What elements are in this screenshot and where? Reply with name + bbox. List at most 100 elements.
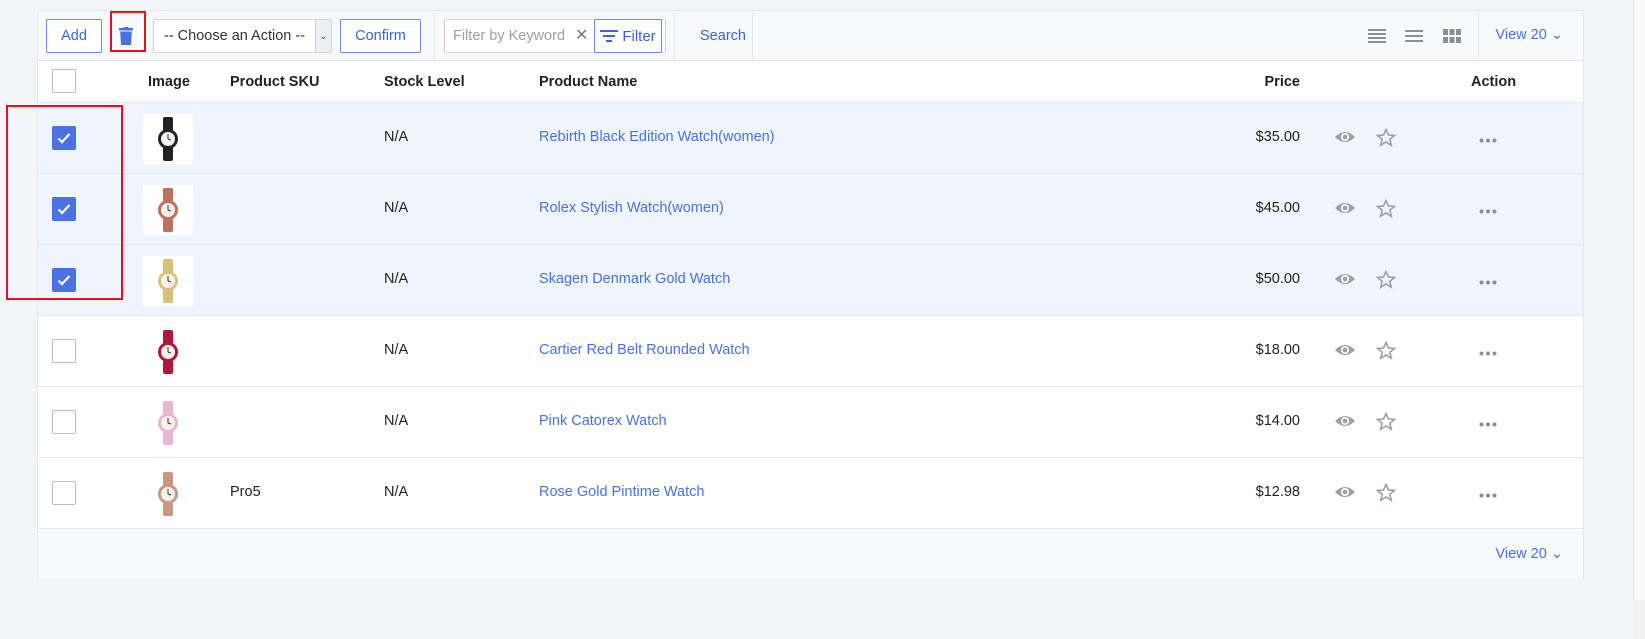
favorite-button[interactable] [1375, 198, 1397, 221]
row-actions-button[interactable] [1479, 414, 1497, 430]
select-all-checkbox[interactable] [52, 69, 76, 93]
product-name-link[interactable]: Rebirth Black Edition Watch(women) [539, 129, 775, 145]
view-count-select-bottom[interactable]: View 20 ⌄ [1495, 546, 1563, 562]
favorite-button[interactable] [1375, 482, 1397, 505]
row-actions-button[interactable] [1479, 272, 1497, 288]
more-options-icon[interactable] [1479, 351, 1497, 356]
star-icon[interactable] [1375, 198, 1397, 219]
row-actions-button[interactable] [1479, 130, 1497, 146]
product-image[interactable] [143, 469, 193, 519]
clear-icon[interactable]: ✕ [575, 28, 588, 44]
star-icon[interactable] [1375, 340, 1397, 361]
compact-list-view-icon[interactable] [1405, 28, 1423, 44]
watch-icon [158, 188, 178, 232]
keyword-input[interactable] [453, 28, 571, 44]
stock-level: N/A [384, 271, 409, 287]
column-header-action: Action [1471, 74, 1517, 90]
product-name-link[interactable]: Rose Gold Pintime Watch [539, 484, 704, 500]
highlight-box-delete [110, 11, 146, 52]
view-button[interactable] [1334, 129, 1356, 148]
product-price: $35.00 [1255, 129, 1300, 145]
product-price: $18.00 [1255, 342, 1300, 358]
column-header-stock[interactable]: Stock Level [384, 74, 465, 90]
more-options-icon[interactable] [1479, 280, 1497, 285]
stock-level: N/A [384, 413, 409, 429]
search-button[interactable]: Search [683, 19, 763, 53]
stock-level: N/A [384, 129, 409, 145]
product-price: $50.00 [1255, 271, 1300, 287]
stock-level: N/A [384, 342, 409, 358]
view-button[interactable] [1334, 200, 1356, 219]
product-image[interactable] [143, 327, 193, 377]
column-header-image: Image [148, 74, 190, 90]
more-options-icon[interactable] [1479, 138, 1497, 143]
divider [752, 11, 753, 61]
row-checkbox[interactable] [52, 410, 76, 434]
product-name-link[interactable]: Cartier Red Belt Rounded Watch [539, 342, 750, 358]
product-name-link[interactable]: Pink Catorex Watch [539, 413, 667, 429]
product-price: $12.98 [1255, 484, 1300, 500]
column-header-name[interactable]: Product Name [539, 74, 637, 90]
more-options-icon[interactable] [1479, 493, 1497, 498]
confirm-button[interactable]: Confirm [340, 19, 421, 53]
watch-icon [158, 472, 178, 516]
product-name-link[interactable]: Skagen Denmark Gold Watch [539, 271, 730, 287]
product-price: $45.00 [1255, 200, 1300, 216]
product-list-panel: Add -- Choose an Action -- ⌄ Confirm ✕ [37, 10, 1584, 579]
favorite-button[interactable] [1375, 340, 1397, 363]
more-options-icon[interactable] [1479, 209, 1497, 214]
watch-icon [158, 330, 178, 374]
watch-icon [158, 117, 178, 161]
divider [1478, 11, 1479, 61]
view-button[interactable] [1334, 484, 1356, 503]
product-image[interactable] [143, 185, 193, 235]
more-options-icon[interactable] [1479, 422, 1497, 427]
eye-icon[interactable] [1334, 271, 1356, 287]
toolbar: Add -- Choose an Action -- ⌄ Confirm ✕ [38, 11, 1583, 61]
add-button[interactable]: Add [46, 19, 102, 53]
row-actions-button[interactable] [1479, 201, 1497, 217]
chevron-down-icon: ⌄ [315, 20, 331, 52]
favorite-button[interactable] [1375, 127, 1397, 150]
column-header-sku[interactable]: Product SKU [230, 74, 319, 90]
product-image[interactable] [143, 256, 193, 306]
view-button[interactable] [1334, 342, 1356, 361]
action-select-value: -- Choose an Action -- [164, 28, 306, 44]
product-image[interactable] [143, 114, 193, 164]
filter-icon [600, 30, 619, 42]
star-icon[interactable] [1375, 127, 1397, 148]
eye-icon[interactable] [1334, 200, 1356, 216]
scrollbar[interactable] [1633, 0, 1645, 639]
table-row: N/A Cartier Red Belt Rounded Watch $18.00 [38, 316, 1583, 387]
row-checkbox[interactable] [52, 339, 76, 363]
view-button[interactable] [1334, 413, 1356, 432]
product-image[interactable] [143, 398, 193, 448]
star-icon[interactable] [1375, 269, 1397, 290]
table-row: Pro5 N/A Rose Gold Pintime Watch $12.98 [38, 458, 1583, 529]
product-name-link[interactable]: Rolex Stylish Watch(women) [539, 200, 724, 216]
table-row: N/A Rebirth Black Edition Watch(women) $35… [38, 103, 1583, 174]
eye-icon[interactable] [1334, 484, 1356, 500]
highlight-box-checkboxes [6, 105, 123, 300]
divider [434, 11, 435, 61]
filter-button[interactable]: Filter [594, 19, 662, 53]
row-actions-button[interactable] [1479, 343, 1497, 359]
star-icon[interactable] [1375, 411, 1397, 432]
table-footer: View 20 ⌄ [38, 531, 1583, 579]
favorite-button[interactable] [1375, 411, 1397, 434]
view-button[interactable] [1334, 271, 1356, 290]
grid-view-icon[interactable] [1443, 28, 1461, 44]
action-select[interactable]: -- Choose an Action -- ⌄ [153, 19, 332, 53]
column-header-price[interactable]: Price [1265, 74, 1300, 90]
row-actions-button[interactable] [1479, 485, 1497, 501]
row-checkbox[interactable] [52, 481, 76, 505]
view-count-select[interactable]: View 20 ⌄ [1495, 27, 1563, 43]
filter-label: Filter [622, 27, 656, 45]
list-view-icon[interactable] [1368, 28, 1386, 44]
star-icon[interactable] [1375, 482, 1397, 503]
eye-icon[interactable] [1334, 129, 1356, 145]
eye-icon[interactable] [1334, 413, 1356, 429]
favorite-button[interactable] [1375, 269, 1397, 292]
eye-icon[interactable] [1334, 342, 1356, 358]
scrollbar-thumb[interactable] [1633, 0, 1645, 600]
